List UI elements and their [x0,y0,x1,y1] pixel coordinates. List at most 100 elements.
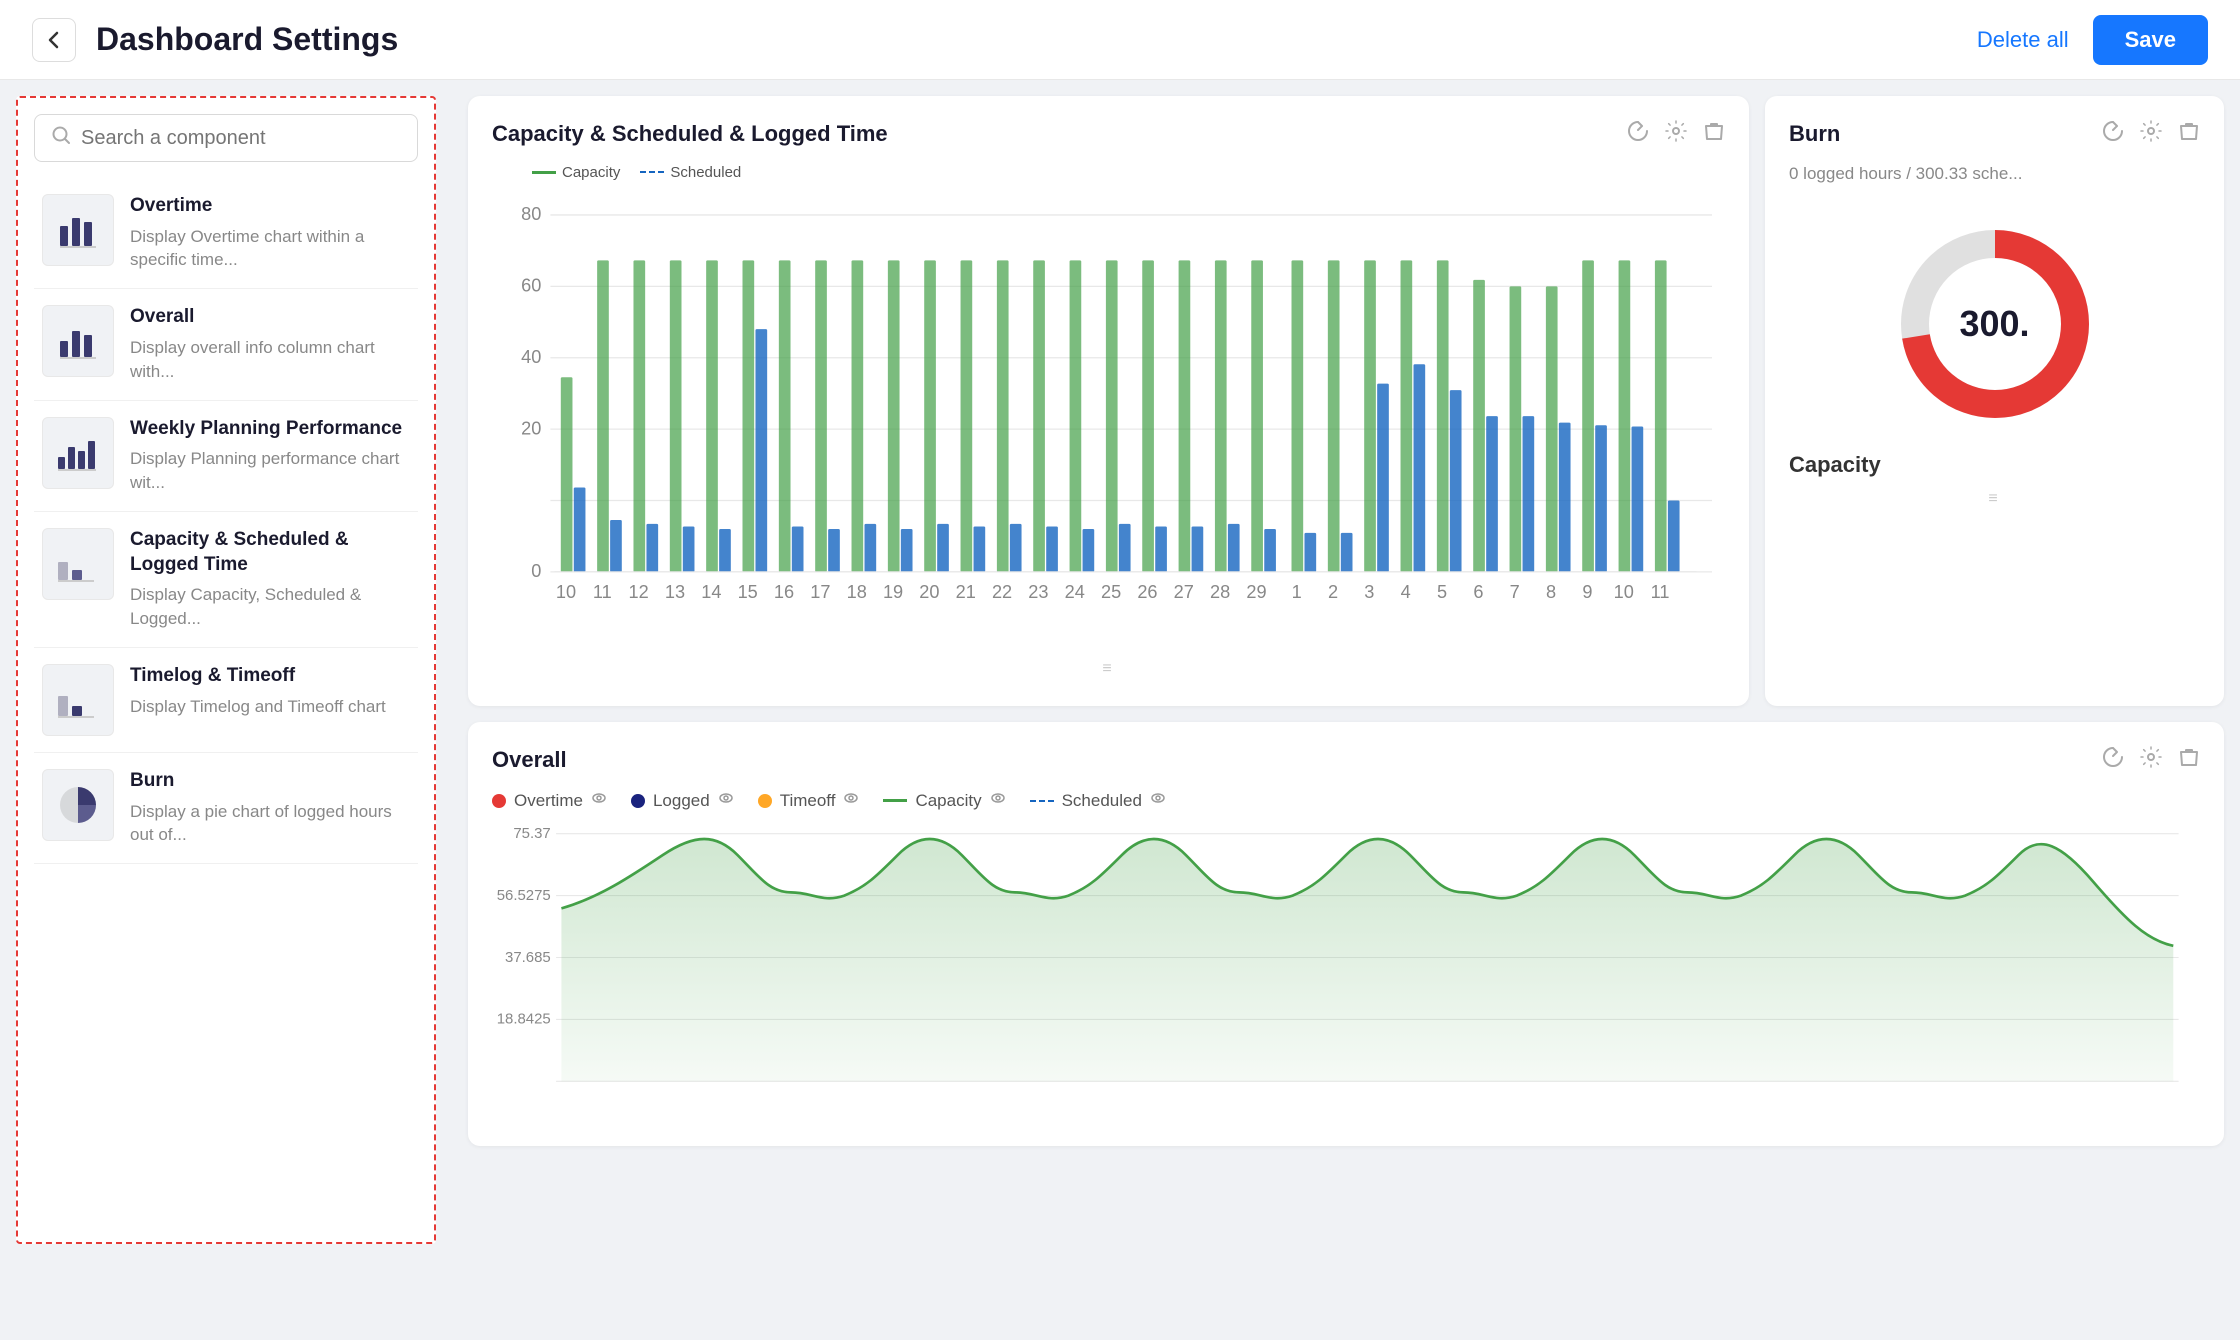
svg-text:14: 14 [701,582,721,602]
legend-capacity-label: Capacity [915,791,981,811]
burn-chart-card: Burn 0 logged hours / 300.33 sche... [1765,96,2224,706]
overtime-desc: Display Overtime chart within a specific… [130,225,410,273]
weekly-desc: Display Planning performance chart wit..… [130,447,410,495]
legend-capacity-eye[interactable] [990,790,1006,811]
weekly-name: Weekly Planning Performance [130,417,410,442]
legend-logged-eye[interactable] [718,790,734,811]
legend-scheduled: Scheduled [1030,790,1166,811]
delete-all-button[interactable]: Delete all [1977,27,2069,53]
legend-overtime-eye[interactable] [591,790,607,811]
sidebar-item-capacity[interactable]: Capacity & Scheduled & Logged Time Displ… [34,512,418,648]
app-header: Dashboard Settings Delete all Save [0,0,2240,80]
overall-card-actions [2102,746,2200,774]
legend-timeoff: Timeoff [758,790,860,811]
burn-card-actions [2102,120,2200,148]
component-sidebar: Overtime Display Overtime chart within a… [16,96,436,1244]
svg-text:18.8425: 18.8425 [497,1011,551,1028]
svg-text:1: 1 [1292,582,1302,602]
svg-text:25: 25 [1101,582,1121,602]
svg-text:80: 80 [521,204,541,224]
overall-refresh-button[interactable] [2102,746,2124,774]
svg-text:11: 11 [593,582,612,602]
timelog-info: Timelog & Timeoff Display Timelog and Ti… [130,664,410,718]
search-icon [51,125,71,151]
burn-resize-handle[interactable]: ≡ [1789,486,2200,512]
svg-text:11: 11 [1651,582,1670,602]
svg-text:20: 20 [919,582,939,602]
svg-text:40: 40 [521,347,541,367]
weekly-thumb [42,417,114,489]
overall-card-header: Overall [492,746,2200,774]
capacity-thumb [42,528,114,600]
burn-desc: Display a pie chart of logged hours out … [130,800,410,848]
legend-timeoff-label: Timeoff [780,791,836,811]
legend-overtime-dot [492,794,506,808]
capacity-section: Capacity [1789,452,2200,478]
sidebar-item-timelog[interactable]: Timelog & Timeoff Display Timelog and Ti… [34,648,418,753]
svg-text:37.685: 37.685 [505,949,551,966]
overtime-name: Overtime [130,194,410,219]
weekly-info: Weekly Planning Performance Display Plan… [130,417,410,495]
back-button[interactable] [32,18,76,62]
svg-text:19: 19 [883,582,903,602]
overtime-thumb [42,194,114,266]
legend-logged-dot [631,794,645,808]
svg-text:27: 27 [1174,582,1194,602]
burn-donut-chart: 300. [1789,204,2200,444]
capacity-desc: Display Capacity, Scheduled & Logged... [130,583,410,631]
svg-text:6: 6 [1473,582,1483,602]
capacity-settings-button[interactable] [1665,120,1687,148]
legend-timeoff-dot [758,794,772,808]
burn-subtitle: 0 logged hours / 300.33 sche... [1789,164,2200,184]
burn-delete-button[interactable] [2178,120,2200,148]
sidebar-item-overall[interactable]: Overall Display overall info column char… [34,289,418,400]
burn-settings-button[interactable] [2140,120,2162,148]
capacity-refresh-button[interactable] [1627,120,1649,148]
legend-capacity-line [883,799,907,802]
legend-scheduled-eye[interactable] [1150,790,1166,811]
search-box[interactable] [34,114,418,162]
svg-text:12: 12 [629,582,649,602]
overtime-info: Overtime Display Overtime chart within a… [130,194,410,272]
legend-timeoff-eye[interactable] [843,790,859,811]
capacity-resize-handle[interactable]: ≡ [492,656,1725,682]
legend-logged-label: Logged [653,791,710,811]
svg-text:0: 0 [531,561,541,581]
svg-text:23: 23 [1028,582,1048,602]
dashboard-row-2: Overall [468,722,2224,1146]
legend-overtime: Overtime [492,790,607,811]
sidebar-item-burn[interactable]: Burn Display a pie chart of logged hours… [34,753,418,864]
sidebar-item-weekly[interactable]: Weekly Planning Performance Display Plan… [34,401,418,512]
svg-text:18: 18 [847,582,867,602]
svg-text:29: 29 [1246,582,1266,602]
timelog-desc: Display Timelog and Timeoff chart [130,695,410,719]
search-input[interactable] [81,127,401,150]
burn-refresh-button[interactable] [2102,120,2124,148]
overall-chart-card: Overall [468,722,2224,1146]
capacity-delete-button[interactable] [1703,120,1725,148]
legend-scheduled-label: Scheduled [1062,791,1142,811]
svg-text:56.5275: 56.5275 [497,887,551,904]
svg-text:26: 26 [1137,582,1157,602]
timelog-thumb [42,664,114,736]
capacity-info: Capacity & Scheduled & Logged Time Displ… [130,528,410,631]
svg-text:2: 2 [1328,582,1338,602]
sidebar-item-overtime[interactable]: Overtime Display Overtime chart within a… [34,178,418,289]
svg-text:24: 24 [1065,582,1085,602]
overall-info: Overall Display overall info column char… [130,305,410,383]
svg-text:13: 13 [665,582,685,602]
legend-scheduled-line [1030,800,1054,802]
svg-text:3: 3 [1364,582,1374,602]
overall-settings-button[interactable] [2140,746,2162,774]
legend-capacity: Capacity [883,790,1005,811]
capacity-name: Capacity & Scheduled & Logged Time [130,528,410,577]
svg-text:4: 4 [1401,582,1411,602]
svg-text:7: 7 [1510,582,1520,602]
capacity-card-title: Capacity & Scheduled & Logged Time [492,121,1627,147]
burn-info: Burn Display a pie chart of logged hours… [130,769,410,847]
save-button[interactable]: Save [2093,15,2208,65]
overall-delete-button[interactable] [2178,746,2200,774]
svg-text:60: 60 [521,276,541,296]
capacity-card-header: Capacity & Scheduled & Logged Time [492,120,1725,148]
capacity-chart-card: Capacity & Scheduled & Logged Time [468,96,1749,706]
